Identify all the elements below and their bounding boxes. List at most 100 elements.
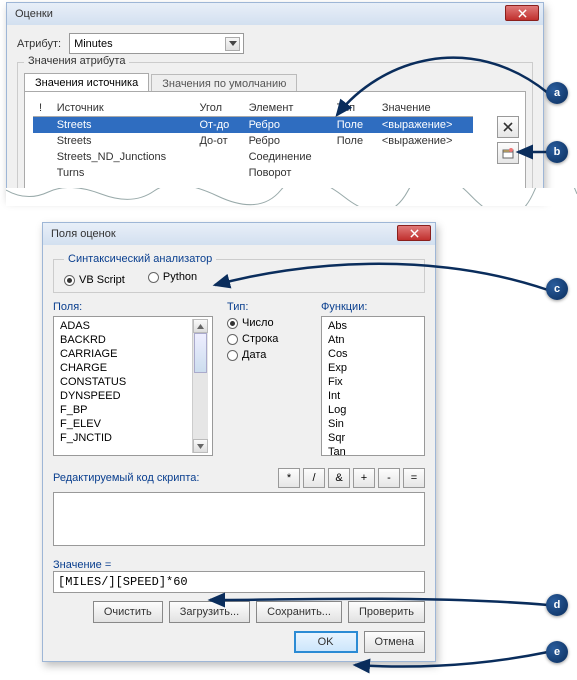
col-source[interactable]: Источник	[51, 100, 194, 117]
dialog-close-button[interactable]	[397, 225, 431, 241]
grid-buttons	[497, 116, 519, 164]
list-item[interactable]: CONSTATUS	[58, 375, 192, 389]
list-item[interactable]: Cos	[326, 347, 420, 361]
list-item[interactable]: Int	[326, 389, 420, 403]
value-label: Значение =	[53, 559, 425, 571]
attribute-value: Minutes	[74, 38, 113, 50]
evaluators-table: ! Источник Угол Элемент Тип Значение Str…	[33, 100, 473, 181]
list-item[interactable]: F_ELEV	[58, 417, 192, 431]
chevron-down-icon	[225, 37, 240, 51]
fields-label: Поля:	[53, 301, 213, 313]
expr-button-row: Очистить Загрузить... Сохранить... Прове…	[53, 601, 425, 623]
callout-b: b	[546, 141, 568, 163]
close-icon	[410, 229, 419, 238]
dialog-title: Поля оценок	[51, 228, 116, 240]
attribute-combo[interactable]: Minutes	[69, 33, 244, 54]
radio-python[interactable]: Python	[148, 271, 197, 283]
col-type[interactable]: Тип	[331, 100, 376, 117]
evaluators-window: Оценки Атрибут: Minutes Значения атрибут…	[6, 2, 544, 198]
close-button[interactable]	[505, 5, 539, 21]
op-plus-button[interactable]: +	[353, 468, 375, 488]
attribute-values-group: Значения атрибута Значения источника Зна…	[17, 62, 533, 199]
window-body: Атрибут: Minutes Значения атрибута Значе…	[7, 25, 543, 207]
radio-vbscript-label: VB Script	[79, 274, 125, 286]
op-minus-button[interactable]: -	[378, 468, 400, 488]
radio-python-label: Python	[163, 271, 197, 283]
list-item[interactable]: F_JNCTID	[58, 431, 192, 445]
functions-label: Функции:	[321, 301, 425, 313]
list-item[interactable]: Abs	[326, 319, 420, 333]
list-item[interactable]: CHARGE	[58, 361, 192, 375]
col-angle[interactable]: Угол	[193, 100, 242, 117]
operator-buttons: * / & + - =	[278, 468, 425, 488]
col-element[interactable]: Элемент	[243, 100, 331, 117]
list-item[interactable]: Tan	[326, 445, 420, 456]
type-label: Тип:	[227, 301, 307, 313]
functions-listbox[interactable]: Abs Atn Cos Exp Fix Int Log Sin Sqr Tan	[321, 316, 425, 456]
op-amp-button[interactable]: &	[328, 468, 350, 488]
radio-dot-icon	[148, 272, 159, 283]
op-mul-button[interactable]: *	[278, 468, 300, 488]
save-button[interactable]: Сохранить...	[256, 601, 342, 623]
table-row[interactable]: StreetsДо-отРеброПоле<выражение>	[33, 133, 473, 149]
titlebar: Оценки	[7, 3, 543, 25]
radio-vbscript[interactable]: VB Script	[64, 274, 125, 286]
clear-button[interactable]: Очистить	[93, 601, 163, 623]
dialog-button-row: OK Отмена	[53, 631, 425, 653]
field-evaluators-dialog: Поля оценок Синтаксический анализатор VB…	[42, 222, 436, 662]
script-code-textarea[interactable]	[53, 492, 425, 546]
list-item[interactable]: Fix	[326, 375, 420, 389]
col-bang[interactable]: !	[33, 100, 51, 117]
expression-input[interactable]	[53, 571, 425, 593]
ok-button[interactable]: OK	[294, 631, 358, 653]
close-icon	[518, 9, 527, 18]
evaluator-properties-button[interactable]	[497, 142, 519, 164]
list-item[interactable]: ADAS	[58, 319, 192, 333]
tabs: Значения источника Значения по умолчанию	[24, 73, 526, 92]
radio-dot-icon	[64, 275, 75, 286]
list-item[interactable]: Log	[326, 403, 420, 417]
radio-date[interactable]: Дата	[227, 349, 307, 361]
dialog-titlebar: Поля оценок	[43, 223, 435, 245]
list-item[interactable]: BACKRD	[58, 333, 192, 347]
list-item[interactable]: Atn	[326, 333, 420, 347]
remove-evaluator-button[interactable]	[497, 116, 519, 138]
tab-source-values[interactable]: Значения источника	[24, 73, 149, 92]
load-button[interactable]: Загрузить...	[169, 601, 250, 623]
list-item[interactable]: Sin	[326, 417, 420, 431]
list-item[interactable]: F_BP	[58, 403, 192, 417]
table-row[interactable]: Streets_ND_JunctionsСоединение	[33, 149, 473, 165]
list-item[interactable]: DYNSPEED	[58, 389, 192, 403]
list-item[interactable]: Sqr	[326, 431, 420, 445]
radio-number[interactable]: Число	[227, 317, 307, 329]
radio-dot-icon	[227, 318, 238, 329]
parser-group: Синтаксический анализатор VB Script Pyth…	[53, 253, 425, 293]
parser-legend: Синтаксический анализатор	[64, 253, 216, 265]
verify-button[interactable]: Проверить	[348, 601, 425, 623]
col-value[interactable]: Значение	[376, 100, 473, 117]
fields-listbox[interactable]: ADAS BACKRD CARRIAGE CHARGE CONSTATUS DY…	[53, 316, 213, 456]
radio-dot-icon	[227, 350, 238, 361]
list-item[interactable]: Exp	[326, 361, 420, 375]
op-eq-button[interactable]: =	[403, 468, 425, 488]
attribute-row: Атрибут: Minutes	[17, 33, 533, 54]
grid-container: ! Источник Угол Элемент Тип Значение Str…	[24, 91, 526, 194]
callout-c: c	[546, 278, 568, 300]
dialog-body: Синтаксический анализатор VB Script Pyth…	[43, 245, 435, 661]
op-div-button[interactable]: /	[303, 468, 325, 488]
callout-a: a	[546, 82, 568, 104]
radio-string[interactable]: Строка	[227, 333, 307, 345]
radio-dot-icon	[227, 334, 238, 345]
code-label: Редактируемый код скрипта:	[53, 472, 278, 484]
callout-d: d	[546, 594, 568, 616]
table-row[interactable]: StreetsОт-доРеброПоле<выражение>	[33, 117, 473, 134]
group-label: Значения атрибута	[24, 55, 129, 67]
callout-e: e	[546, 641, 568, 663]
cancel-button[interactable]: Отмена	[364, 631, 425, 653]
properties-icon	[502, 147, 514, 159]
scrollbar[interactable]	[192, 319, 208, 453]
torn-edge	[6, 188, 577, 206]
window-title: Оценки	[15, 8, 53, 20]
table-row[interactable]: TurnsПоворот	[33, 165, 473, 181]
list-item[interactable]: CARRIAGE	[58, 347, 192, 361]
